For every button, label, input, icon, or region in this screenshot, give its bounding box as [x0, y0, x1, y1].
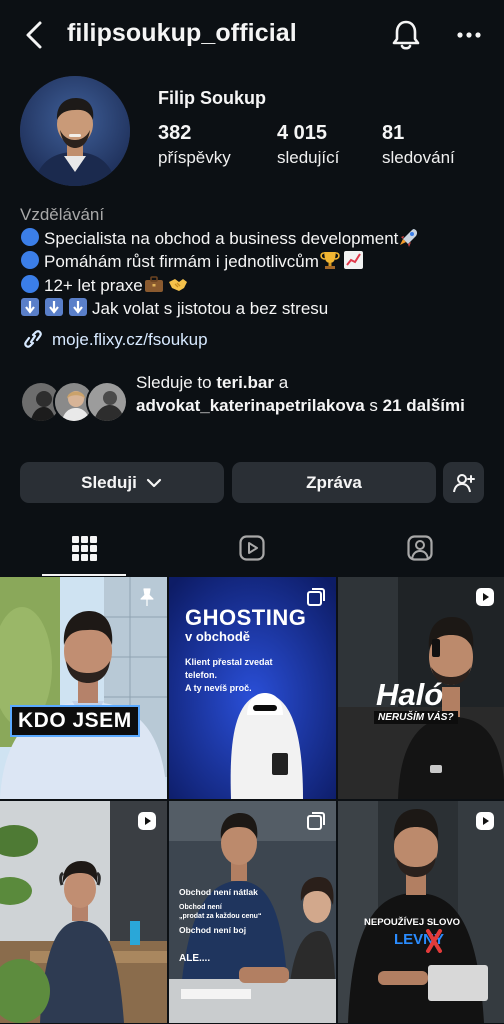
mutual-user[interactable]: teri.bar: [216, 373, 274, 392]
post-title: Haló: [376, 677, 444, 712]
briefcase-icon: [144, 275, 163, 292]
blue-circle-icon: [21, 251, 39, 269]
message-button[interactable]: Zpráva: [232, 462, 436, 503]
text-fragment: s: [364, 395, 383, 415]
profile-avatar[interactable]: [20, 76, 130, 186]
followers-count[interactable]: 4 015 sledující: [277, 122, 339, 168]
stat-value: 81: [382, 122, 405, 144]
bio-link-text[interactable]: moje.flixy.cz/fsoukup: [52, 328, 208, 352]
mutual-others-count: 21 dalšími: [382, 395, 465, 415]
link-icon: [24, 330, 42, 348]
post-body: Klient přestal zvedat: [185, 657, 273, 667]
stat-value: 382: [158, 122, 192, 144]
posts-count[interactable]: 382 příspěvky: [158, 122, 231, 168]
reels-icon: [239, 535, 265, 561]
carousel-icon: [307, 588, 325, 606]
post-thumbnail[interactable]: [0, 801, 167, 1023]
chevron-down-icon: [146, 478, 161, 487]
trophy-icon: [320, 252, 340, 269]
post-text: „prodat za každou cenu“: [179, 913, 262, 920]
profile-username: filipsoukup_official: [67, 19, 297, 47]
bio-link[interactable]: moje.flixy.cz/fsoukup: [20, 328, 490, 352]
tab-posts-grid[interactable]: [0, 520, 168, 576]
reel-icon: [138, 812, 156, 830]
stat-label: příspěvky: [158, 148, 231, 167]
bio-text: 12+ let praxe: [44, 275, 143, 295]
more-options-icon[interactable]: [454, 22, 484, 48]
profile-bio: Vzdělávání Specialista na obchod a busin…: [20, 203, 490, 351]
post-body: A ty nevíš proč.: [185, 683, 252, 693]
post-thumbnail[interactable]: KDO JSEM: [0, 577, 167, 799]
tab-reels[interactable]: [168, 520, 336, 576]
mutual-avatar: [86, 381, 128, 423]
back-arrow-icon[interactable]: [22, 20, 48, 50]
stat-value: 4 015: [277, 122, 328, 144]
tagged-person-icon: [407, 535, 433, 561]
bio-line: Jak volat s jistotou a bez stresu: [20, 297, 490, 321]
post-text: NEPOUŽÍVEJ SLOVO: [364, 917, 461, 928]
profile-tabs: [0, 520, 504, 576]
text-fragment: Sleduje to: [136, 373, 217, 392]
bio-line: 12+ let praxe: [20, 274, 490, 298]
blue-circle-icon: [21, 274, 39, 293]
post-overlay-text: KDO JSEM: [10, 705, 140, 737]
post-thumbnail[interactable]: GHOSTING v obchodě Klient přestal zvedat…: [169, 577, 336, 799]
mutual-followers-text: Sleduje to teri.bar a advokat_katerinape…: [136, 372, 486, 417]
bio-text: Specialista na obchod a business develop…: [44, 228, 399, 248]
stat-label: sledování: [382, 148, 455, 167]
carousel-icon: [307, 812, 325, 830]
post-text: Obchod není: [179, 904, 222, 911]
reel-icon: [476, 812, 494, 830]
post-text: Obchod není nátlak: [179, 887, 258, 897]
bio-text: Jak volat s jistotou a bez stresu: [92, 299, 329, 318]
mutual-followers[interactable]: Sleduje to teri.bar a advokat_katerinape…: [20, 372, 490, 442]
down-arrow-icon: [69, 298, 87, 316]
post-subtitle: NERUŠÍM VÁS?: [374, 711, 458, 724]
top-bar: filipsoukup_official: [0, 0, 504, 72]
profile-full-name: Filip Soukup: [158, 88, 266, 108]
bio-line: Specialista na obchod a business develop…: [20, 227, 490, 251]
grid-icon: [72, 536, 97, 561]
suggested-users-button[interactable]: [443, 462, 484, 503]
pinned-icon: [140, 588, 154, 606]
text-fragment: a: [273, 373, 289, 392]
post-text: ALE....: [179, 953, 211, 964]
add-person-icon: [452, 473, 475, 492]
post-subtitle: v obchodě: [185, 629, 251, 644]
post-title: GHOSTING: [185, 605, 307, 630]
post-body: telefon.: [185, 670, 218, 680]
post-thumbnail[interactable]: Haló NERUŠÍM VÁS?: [338, 577, 504, 799]
following-button-label: Sleduji: [81, 472, 137, 492]
handshake-icon: [168, 278, 187, 291]
following-button[interactable]: Sleduji: [20, 462, 224, 503]
blue-circle-icon: [21, 227, 39, 246]
post-thumbnail[interactable]: Obchod není nátlak Obchod není „prodat z…: [169, 801, 336, 1023]
post-text: Obchod není boj: [179, 925, 247, 935]
chart-increasing-icon: [343, 251, 363, 269]
notification-bell-icon[interactable]: [390, 18, 422, 52]
stat-label: sledující: [277, 148, 340, 167]
posts-grid: KDO JSEM GHOSTING v obchodě Klient přest…: [0, 577, 504, 1024]
reel-icon: [476, 588, 494, 606]
down-arrow-icon: [45, 298, 63, 316]
bio-text: Pomáhám růst firmám i jednotlivcům: [44, 252, 319, 271]
down-arrow-icon: [21, 298, 39, 316]
mutual-user[interactable]: advokat_katerinapetrilakova: [136, 396, 365, 415]
active-tab-indicator: [42, 574, 126, 576]
following-count[interactable]: 81 sledování: [382, 122, 455, 168]
message-button-label: Zpráva: [306, 472, 362, 492]
rocket-icon: [400, 228, 418, 247]
bio-line: Pomáhám růst firmám i jednotlivcům: [20, 250, 490, 274]
post-thumbnail[interactable]: NEPOUŽÍVEJ SLOVO LEVNÝ: [338, 801, 504, 1023]
tab-tagged[interactable]: [336, 520, 504, 576]
mutual-avatars: [20, 381, 128, 425]
profile-category: Vzdělávání: [20, 205, 105, 224]
cross-mark-icon: [426, 929, 442, 953]
